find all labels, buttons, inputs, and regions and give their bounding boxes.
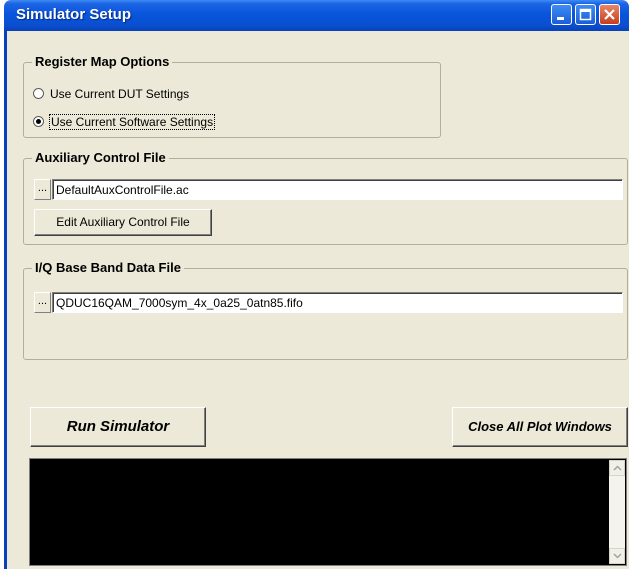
- register-map-group: Register Map Options Use Current DUT Set…: [23, 54, 441, 138]
- iq-data-group: I/Q Base Band Data File ... QDUC16QAM_70…: [23, 260, 628, 360]
- aux-file-field[interactable]: DefaultAuxControlFile.ac: [52, 179, 623, 200]
- output-console[interactable]: [29, 458, 627, 566]
- close-icon: [604, 9, 615, 20]
- iq-file-field[interactable]: QDUC16QAM_7000sym_4x_0a25_0atn85.fifo: [52, 292, 623, 313]
- chevron-up-icon: [613, 465, 622, 471]
- iq-data-title: I/Q Base Band Data File: [32, 260, 184, 275]
- maximize-icon: [579, 8, 592, 21]
- scroll-down-button[interactable]: [609, 548, 625, 564]
- window-title: Simulator Setup: [16, 6, 132, 23]
- simulator-setup-window: Simulator Setup Register Map Options Use…: [4, 0, 629, 569]
- client-area: Register Map Options Use Current DUT Set…: [4, 31, 629, 569]
- radio-dut-label: Use Current DUT Settings: [50, 87, 190, 101]
- title-bar[interactable]: Simulator Setup: [4, 0, 629, 31]
- run-simulator-button[interactable]: Run Simulator: [30, 407, 206, 447]
- close-button[interactable]: [599, 4, 620, 25]
- chevron-down-icon: [613, 553, 622, 559]
- close-all-plots-label: Close All Plot Windows: [468, 419, 612, 434]
- radio-button-dut[interactable]: [33, 88, 44, 99]
- maximize-button[interactable]: [575, 4, 596, 25]
- close-all-plots-button[interactable]: Close All Plot Windows: [452, 407, 628, 447]
- scroll-up-button[interactable]: [609, 460, 625, 476]
- minimize-button[interactable]: [551, 4, 572, 25]
- minimize-icon: [557, 17, 564, 20]
- console-scrollbar[interactable]: [609, 460, 625, 564]
- edit-aux-file-button[interactable]: Edit Auxiliary Control File: [34, 209, 212, 236]
- iq-browse-button[interactable]: ...: [34, 292, 51, 313]
- aux-control-group: Auxiliary Control File ... DefaultAuxCon…: [23, 150, 628, 245]
- register-map-title: Register Map Options: [32, 54, 173, 69]
- radio-software-label: Use Current Software Settings: [48, 114, 216, 130]
- edit-aux-file-label: Edit Auxiliary Control File: [56, 215, 190, 229]
- aux-browse-button[interactable]: ...: [34, 179, 51, 200]
- radio-software-settings[interactable]: Use Current Software Settings: [33, 114, 273, 132]
- run-simulator-label: Run Simulator: [66, 418, 170, 435]
- radio-button-software[interactable]: [33, 116, 44, 127]
- aux-control-title: Auxiliary Control File: [32, 150, 169, 165]
- radio-dut-settings[interactable]: Use Current DUT Settings: [33, 86, 233, 104]
